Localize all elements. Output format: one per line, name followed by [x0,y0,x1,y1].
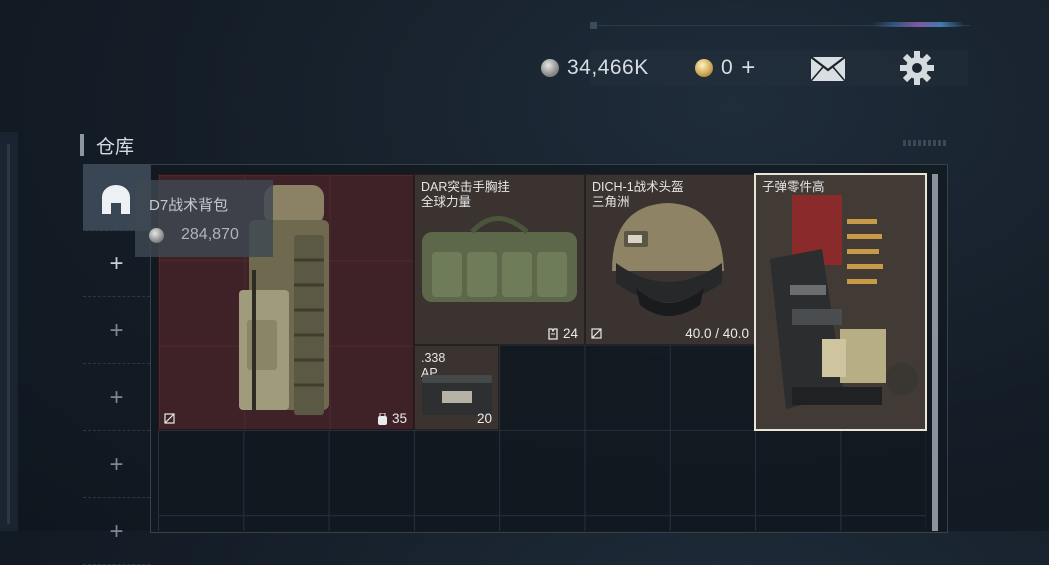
mail-icon[interactable] [810,56,846,82]
left-panel-edge [0,132,18,531]
chest-rig-image [422,216,577,302]
item-count-value: 20 [476,411,492,426]
header-divider [590,22,970,29]
item-count-value: 24 [562,326,578,341]
tooltip-item-name: D7战术背包 [149,197,229,214]
lock-icon [591,328,602,339]
tab-add-4[interactable]: + [83,431,150,498]
item-bullet-parts-box[interactable]: 子弹零件高 [754,173,927,431]
durability-value: 40.0 / 40.0 [685,326,749,341]
item-count: 20 [477,411,492,426]
title-marker [80,134,84,156]
item-helmet[interactable]: DICH-1战术头盔 三角洲 40.0 / 40.0 [585,174,756,345]
durability: 40.0 / 40.0 [685,326,749,341]
tooltip-price-value: 284,870 [181,226,239,243]
add-tab-label: + [109,451,124,478]
item-chest-rig[interactable]: DAR突击手胸挂 全球力量 24 [414,174,585,345]
item-count: 24 [547,326,578,341]
silver-value: 34,466K [567,56,649,79]
tab-add-2[interactable]: + [83,297,150,364]
gold-currency: 0 + [695,50,755,86]
header-dots-decoration [903,140,947,146]
item-count-value: 35 [391,411,407,426]
item-name: DAR突击手胸挂 全球力量 [421,180,510,209]
gold-coin-icon [695,59,713,77]
add-tab-label: + [109,384,124,411]
storage-home-icon [102,185,130,214]
item-tooltip: D7战术背包 284,870 [135,180,273,257]
helmet-image [612,203,724,316]
silver-coin-icon [541,59,559,77]
add-tab-label: + [109,317,124,344]
vest-capacity-icon [548,327,558,340]
backpack-capacity-icon [377,412,387,425]
divider-dot [590,22,597,29]
parts-box-image [770,195,918,409]
tab-add-5[interactable]: + [83,498,150,565]
gold-value: 0 [721,56,734,79]
add-tab-label: + [109,518,124,545]
divider-glow [872,22,964,27]
tab-add-3[interactable]: + [83,364,150,431]
silver-coin-icon [149,227,164,243]
tooltip-price: 284,870 [149,226,239,244]
item-count: 35 [377,411,407,426]
storage-scrollbar[interactable] [932,174,938,531]
item-ammo-338[interactable]: .338 AP 20 [414,345,499,430]
lock-icon [164,413,175,424]
plus-icon[interactable]: + [741,56,755,80]
storage-header: 仓库 [80,132,134,158]
left-scrollbar[interactable] [7,144,10,524]
silver-currency: 34,466K [541,50,649,86]
gear-icon[interactable] [900,51,934,85]
storage-title: 仓库 [96,136,135,158]
